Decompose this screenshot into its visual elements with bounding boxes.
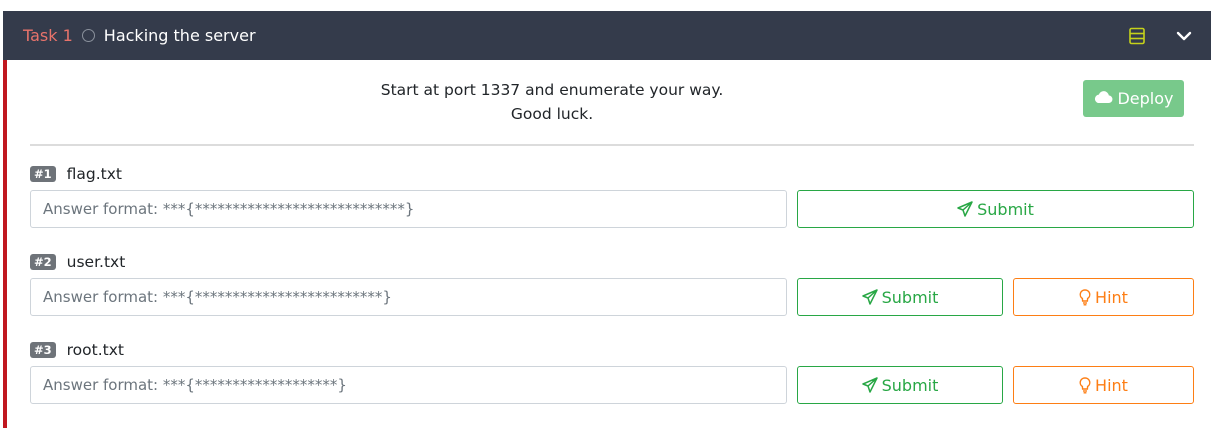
lightbulb-icon	[1079, 376, 1091, 394]
question-number-badge: #2	[30, 254, 56, 270]
cloud-icon	[1093, 89, 1113, 109]
submit-label: Submit	[881, 287, 939, 307]
intro-line: Good luck.	[510, 105, 594, 123]
question-title: user.txt	[66, 253, 126, 271]
answer-input[interactable]	[30, 190, 787, 228]
question-title: root.txt	[66, 341, 124, 359]
server-icon[interactable]	[1128, 27, 1146, 45]
lightbulb-icon	[1079, 288, 1091, 306]
submit-button[interactable]: Submit	[797, 366, 1003, 404]
question-title: flag.txt	[66, 165, 122, 183]
task-intro: Start at port 1337 and enumerate your wa…	[7, 78, 1097, 126]
submit-button[interactable]: Submit	[797, 278, 1003, 316]
task-card: Task 1 Hacking the server Start at port …	[3, 11, 1211, 428]
intro-line: Start at port 1337 and enumerate your wa…	[380, 81, 724, 99]
question-number-badge: #1	[30, 166, 56, 182]
status-circle-icon	[81, 29, 95, 42]
paper-plane-icon	[861, 289, 878, 305]
hint-label: Hint	[1095, 375, 1128, 395]
deploy-button[interactable]: Deploy	[1083, 80, 1184, 117]
question-number-badge: #3	[30, 342, 56, 358]
task-header[interactable]: Task 1 Hacking the server	[3, 11, 1211, 60]
task-title: Hacking the server	[103, 26, 256, 45]
answer-input[interactable]	[30, 278, 787, 316]
hint-button[interactable]: Hint	[1013, 278, 1194, 316]
paper-plane-icon	[861, 377, 878, 393]
chevron-down-icon[interactable]	[1176, 28, 1192, 44]
submit-label: Submit	[977, 199, 1034, 219]
deploy-label: Deploy	[1117, 89, 1174, 108]
paper-plane-icon	[957, 201, 973, 217]
task-body: Start at port 1337 and enumerate your wa…	[3, 60, 1211, 428]
divider	[30, 144, 1194, 146]
submit-button[interactable]: Submit	[797, 190, 1194, 228]
submit-label: Submit	[881, 375, 939, 395]
hint-label: Hint	[1095, 287, 1128, 307]
task-label: Task 1	[23, 26, 73, 45]
hint-button[interactable]: Hint	[1013, 366, 1194, 404]
answer-input[interactable]	[30, 366, 787, 404]
